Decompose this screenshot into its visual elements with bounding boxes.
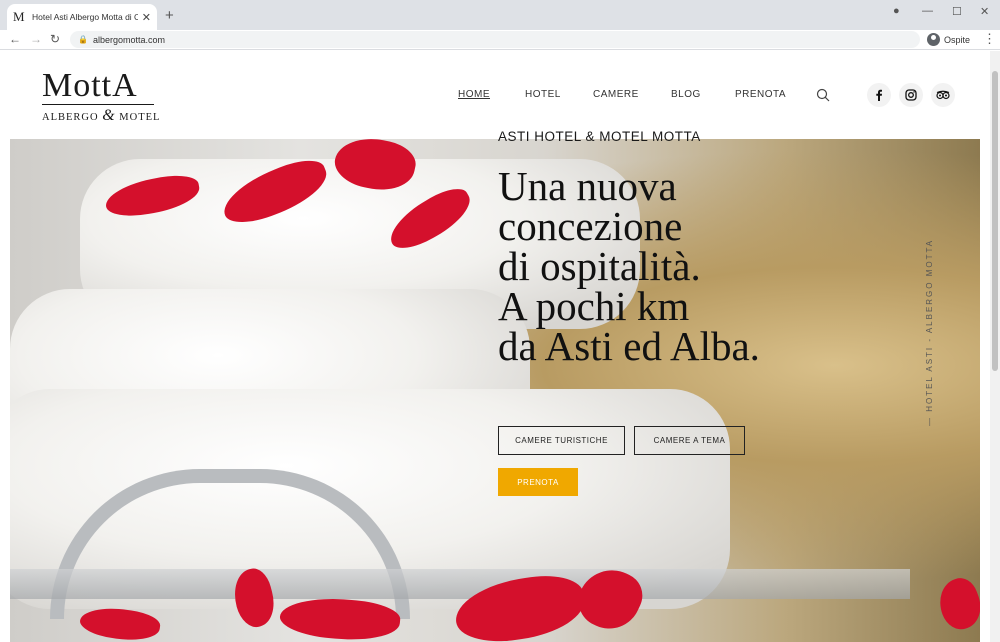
headline-line: concezione [498, 203, 683, 249]
nav-camere[interactable]: CAMERE [593, 89, 639, 100]
tripadvisor-icon[interactable] [931, 83, 955, 107]
logo-tagline: ALBERGO & MOTEL [42, 107, 162, 125]
hero-button-row: CAMERE TURISTICHE CAMERE A TEMA [498, 426, 745, 455]
browser-menu-icon[interactable]: ⋮ [983, 31, 996, 47]
profile-label: Ospite [944, 34, 971, 45]
back-icon[interactable]: ← [9, 32, 21, 46]
hero-eyebrow: ASTI HOTEL & MOTEL MOTTA [498, 129, 701, 144]
headline-line: Una nuova [498, 163, 677, 209]
website: MottA ALBERGO & MOTEL HOME HOTEL CAMERE … [0, 51, 1000, 642]
logo-tagline-right: MOTEL [119, 112, 161, 123]
reload-icon[interactable]: ↻ [50, 32, 60, 46]
vertical-label: — HOTEL ASTI - ALBERGO MOTTA [925, 238, 934, 426]
nav-hotel[interactable]: HOTEL [525, 89, 561, 100]
hero-text: ASTI HOTEL & MOTEL MOTTA Una nuova conce… [498, 129, 918, 369]
favicon-icon: M [13, 9, 25, 24]
nav-prenota[interactable]: PRENOTA [735, 89, 786, 100]
prenota-button[interactable]: PRENOTA [498, 468, 578, 496]
close-tab-icon[interactable]: ✕ [142, 11, 151, 24]
close-window-icon[interactable]: ✕ [980, 5, 989, 18]
minimize-icon[interactable]: — [922, 5, 933, 17]
browser-tab-bar: M Hotel Asti Albergo Motta di Cos ✕ + ● … [0, 0, 1000, 30]
maximize-icon[interactable]: ☐ [952, 5, 962, 18]
logo-ampersand: & [102, 107, 116, 124]
page-scrollbar[interactable] [990, 51, 1000, 642]
headline-line: da Asti ed Alba. [498, 323, 760, 369]
logo-tagline-left: ALBERGO [42, 112, 99, 123]
record-icon[interactable]: ● [893, 5, 900, 17]
facebook-icon[interactable] [867, 83, 891, 107]
browser-tab[interactable]: M Hotel Asti Albergo Motta di Cos ✕ [7, 4, 157, 30]
profile-icon [927, 33, 940, 46]
nav-home[interactable]: HOME [458, 89, 490, 100]
camere-turistiche-button[interactable]: CAMERE TURISTICHE [498, 426, 625, 455]
logo-rule [42, 104, 154, 105]
logo-wordmark: MottA [42, 67, 138, 104]
site-logo[interactable]: MottA ALBERGO & MOTEL [42, 69, 162, 125]
address-bar: ← → ↻ 🔒 albergomotta.com Ospite ⋮ [0, 30, 1000, 50]
instagram-icon[interactable] [899, 83, 923, 107]
new-tab-button[interactable]: + [165, 7, 174, 24]
url-input[interactable]: 🔒 albergomotta.com [70, 31, 920, 48]
scrollbar-thumb[interactable] [992, 71, 998, 371]
profile-button[interactable]: Ospite [927, 33, 970, 46]
url-text: albergomotta.com [92, 34, 166, 45]
forward-icon[interactable]: → [30, 32, 42, 46]
nav-blog[interactable]: BLOG [671, 89, 701, 100]
lock-icon: 🔒 [78, 35, 88, 44]
hero-shelf [10, 569, 910, 599]
tab-title: Hotel Asti Albergo Motta di Cos [32, 12, 138, 22]
hero-headline: Una nuova concezione di ospitalità. A po… [498, 163, 918, 369]
rose-petal [932, 573, 980, 635]
headline-line: A pochi km [498, 283, 690, 329]
search-icon[interactable] [816, 88, 830, 102]
headline-line: di ospitalità. [498, 243, 701, 289]
camere-a-tema-button[interactable]: CAMERE A TEMA [634, 426, 745, 455]
